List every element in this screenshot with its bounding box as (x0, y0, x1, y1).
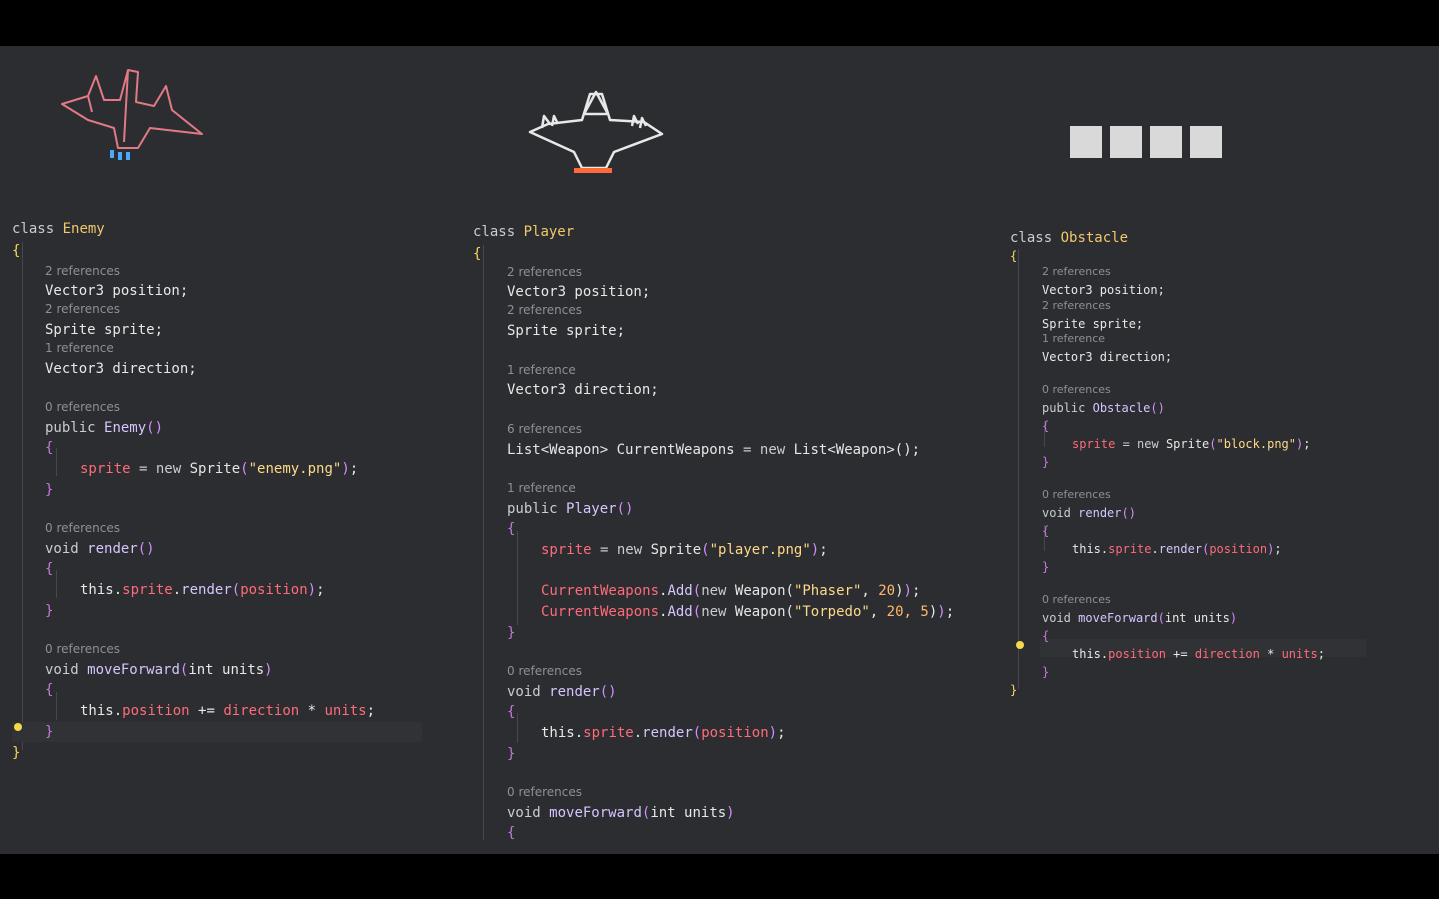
code-line: } (45, 603, 54, 619)
reference-count: 2 references (45, 264, 120, 278)
enemy-ship-sprite (61, 69, 203, 160)
code-line: { (45, 440, 54, 456)
code-line: } (45, 724, 54, 740)
code-line: Sprite sprite; (507, 323, 626, 339)
reference-count: 0 references (1042, 593, 1111, 606)
code-line: void moveForward(int units) (1042, 611, 1238, 625)
code-line: public Player() (507, 501, 634, 517)
code-line: sprite = new Sprite("enemy.png"); (80, 461, 359, 477)
block-tile-1 (1070, 126, 1102, 158)
code-line: { (1042, 419, 1050, 433)
indent-guide (56, 448, 57, 476)
code-line: { (12, 243, 21, 259)
code-line: Sprite sprite; (1042, 317, 1144, 331)
code-line: { (1042, 524, 1050, 538)
indent-guide (517, 713, 518, 743)
code-line: public Obstacle() (1042, 401, 1165, 415)
code-line: Sprite sprite; (45, 322, 164, 338)
code-line: } (1042, 560, 1050, 574)
code-line: { (473, 246, 482, 262)
code-line: this.sprite.render(position); (1072, 542, 1282, 556)
indent-guide (56, 570, 57, 598)
enemy-class-code: class Enemy { 2 references Vector3 posit… (12, 220, 432, 780)
indent-guide (517, 531, 518, 625)
indent-guide (22, 242, 23, 750)
reference-count: 0 references (45, 521, 120, 535)
block-tile-3 (1150, 126, 1182, 158)
reference-count: 0 references (507, 785, 582, 799)
obstacle-class-code: class Obstacle { 2 references Vector3 po… (1010, 229, 1410, 709)
code-line: Vector3 position; (45, 283, 189, 299)
obstacle-block-sprite (1070, 126, 1230, 162)
lightbulb-icon[interactable] (1016, 641, 1024, 649)
reference-count: 1 reference (507, 481, 576, 495)
code-line: sprite = new Sprite("block.png"); (1072, 437, 1311, 451)
block-tile-2 (1110, 126, 1142, 158)
code-line: void moveForward(int units) (507, 805, 735, 821)
code-line: void render() (45, 541, 155, 557)
block-tile-4 (1190, 126, 1222, 158)
code-line: Vector3 position; (507, 284, 651, 300)
code-line: this.position += direction * units; (80, 703, 376, 719)
code-line: { (507, 825, 516, 841)
lightbulb-icon[interactable] (14, 723, 22, 731)
code-line: { (507, 521, 516, 537)
reference-count: 2 references (507, 303, 582, 317)
code-line: Vector3 direction; (507, 382, 659, 398)
code-line: this.sprite.render(position); (80, 582, 325, 598)
reference-count: 6 references (507, 422, 582, 436)
reference-count: 0 references (1042, 383, 1111, 396)
reference-count: 0 references (507, 664, 582, 678)
code-line: Vector3 direction; (1042, 350, 1173, 364)
player-class-code: class Player { 2 references Vector3 posi… (473, 223, 973, 853)
code-line: } (507, 625, 516, 641)
code-line: { (1010, 249, 1018, 263)
code-line: Vector3 position; (1042, 283, 1165, 297)
code-line: void moveForward(int units) (45, 662, 273, 678)
code-line: } (1042, 455, 1050, 469)
code-line: sprite = new Sprite("player.png"); (541, 542, 828, 558)
code-line: void render() (507, 684, 617, 700)
reference-count: 2 references (45, 302, 120, 316)
class-header: class Player (473, 224, 575, 240)
player-ship-sprite (528, 90, 664, 173)
indent-guide (56, 692, 57, 720)
reference-count: 1 reference (507, 363, 576, 377)
code-line: { (45, 561, 54, 577)
code-line: } (1042, 665, 1050, 679)
code-line: List<Weapon> CurrentWeapons = new List<W… (507, 442, 921, 458)
code-line: } (1010, 683, 1018, 697)
code-line: { (1042, 629, 1050, 643)
reference-count: 0 references (45, 642, 120, 656)
code-line: this.position += direction * units; (1072, 647, 1325, 661)
indent-guide (483, 245, 484, 840)
code-line: void render() (1042, 506, 1136, 520)
code-line: } (12, 745, 21, 761)
current-line-highlight (12, 722, 422, 742)
reference-count: 2 references (1042, 265, 1111, 278)
reference-count: 2 references (507, 265, 582, 279)
reference-count: 1 reference (45, 341, 114, 355)
code-line: { (507, 704, 516, 720)
reference-count: 1 reference (1042, 332, 1106, 345)
code-line: CurrentWeapons.Add(new Weapon("Torpedo",… (541, 604, 955, 620)
code-line: public Enemy() (45, 420, 164, 436)
code-line: } (507, 746, 516, 762)
reference-count: 2 references (1042, 299, 1111, 312)
code-line: { (45, 682, 54, 698)
code-line: this.sprite.render(position); (541, 725, 786, 741)
slide-canvas: class Enemy { 2 references Vector3 posit… (0, 46, 1439, 854)
indent-guide (1018, 249, 1019, 689)
code-line: CurrentWeapons.Add(new Weapon("Phaser", … (541, 583, 921, 599)
class-header: class Obstacle (1010, 230, 1129, 246)
code-line: } (45, 482, 54, 498)
reference-count: 0 references (1042, 488, 1111, 501)
class-header: class Enemy (12, 221, 105, 237)
reference-count: 0 references (45, 400, 120, 414)
code-line: Vector3 direction; (45, 361, 197, 377)
